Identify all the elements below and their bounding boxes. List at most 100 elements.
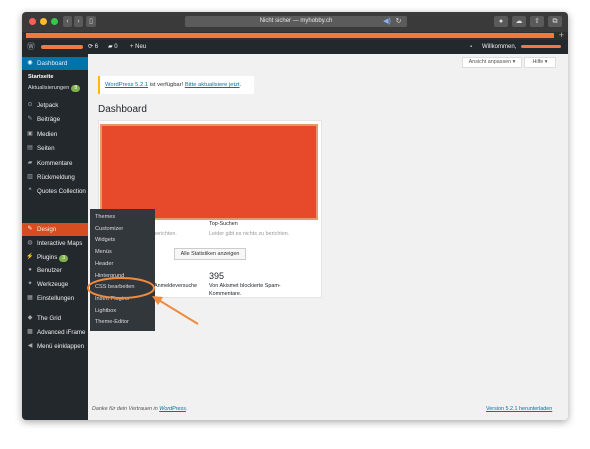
update-now-link[interactable]: Bitte aktualisiere jetzt <box>185 82 240 88</box>
media-icon: ▣ <box>27 130 33 137</box>
footer-wordpress-link[interactable]: WordPress <box>159 406 186 412</box>
feedback-icon: ▥ <box>27 174 33 180</box>
design-submenu-css-bearbeiten[interactable]: CSS bearbeiten <box>95 284 135 290</box>
design-submenu-insert-plugins[interactable]: Insert Plugins <box>95 296 129 302</box>
user-avatar[interactable]: ▪ <box>470 40 472 54</box>
sidebar-sub-start[interactable]: Startseite <box>28 74 54 80</box>
updates-badge: 8 <box>71 85 81 92</box>
footer-version-link[interactable]: Version 5.2.1 herunterladen <box>486 406 552 412</box>
sidebar-item-plugins[interactable]: ⚡ Plugins 3 <box>22 251 88 264</box>
new-tab-button[interactable]: + <box>559 31 564 40</box>
design-submenu-widgets[interactable]: Widgets <box>95 237 115 243</box>
sidebar-item-label: Kommentare <box>37 159 73 167</box>
update-version-link[interactable]: WordPress 5.2.1 <box>105 82 148 88</box>
sidebar-item-label: Design <box>37 226 57 233</box>
brush-icon: ✎ <box>27 226 33 232</box>
page-icon: ▤ <box>27 145 33 152</box>
sidebar-item-kommentare[interactable]: ▰ Kommentare <box>22 157 88 170</box>
design-submenu-themes[interactable]: Themes <box>95 214 115 220</box>
welcome-text[interactable]: Willkommen, <box>482 40 516 54</box>
iframe-icon: ▩ <box>27 329 33 335</box>
design-submenu-hintergrund[interactable]: Hintergrund <box>95 273 124 279</box>
sidebar-item-einstellungen[interactable]: ▦ Einstellungen <box>22 292 88 305</box>
sidebar-item-label: Quotes Collection <box>37 188 86 196</box>
sidebar-item-label: The Grid <box>37 315 62 322</box>
user-icon: ● <box>28 267 32 274</box>
sidebar-item-interactive-maps[interactable]: ◍ Interactive Maps <box>22 237 88 250</box>
sidebar-item-quotes-collection[interactable]: ❝ Quotes Collection <box>22 185 88 198</box>
sidebar-item-jetpack[interactable]: ⊙ Jetpack <box>22 99 88 112</box>
sidebar-item-label: Seiten <box>37 145 55 153</box>
minimize-window-button[interactable] <box>40 18 47 25</box>
sidebar-item-design[interactable]: ✎ Design <box>22 223 88 236</box>
sidebar-item-seiten[interactable]: ▤ Seiten <box>22 142 88 155</box>
login-attempts-label: Anmeldeversuche <box>154 283 198 289</box>
admin-sidebar: ◉ Dashboard Startseite Aktualisierungen 8… <box>22 54 88 420</box>
reload-icon[interactable]: ↻ <box>394 16 403 27</box>
sidebar-item-medien[interactable]: ▣ Medien <box>22 128 88 141</box>
sidebar-item-label: Jetpack <box>37 102 59 109</box>
plugins-badge: 3 <box>59 254 69 262</box>
sidebar-item-label: Rückmeldung <box>37 174 75 181</box>
sidebar-item-dashboard[interactable]: ◉ Dashboard <box>22 57 88 70</box>
help-button[interactable]: Hilfe ▾ <box>524 57 556 68</box>
spam-text-line2: Kommentare. <box>209 291 242 297</box>
sidebar-toggle-icon[interactable]: ▯ <box>86 16 96 27</box>
comment-bubble-icon: ▰ <box>108 44 113 50</box>
spam-count: 395 <box>209 271 225 281</box>
maximize-window-button[interactable] <box>51 18 58 25</box>
update-notice: WordPress 5.2.1 ist verfügbar! Bitte akt… <box>98 76 254 94</box>
sidebar-item-r-ckmeldung[interactable]: ▥ Rückmeldung <box>22 171 88 184</box>
tabs-overview-icon[interactable]: ⧉ <box>548 16 562 27</box>
all-stats-button[interactable]: Alle Statistiken anzeigen <box>174 248 246 260</box>
wp-admin-bar: Ⓦ ⟳ 6 ▰ 0 + Neu ▪ Willkommen, <box>22 40 568 54</box>
share-icon[interactable]: ⇧ <box>530 16 544 27</box>
sidebar-item-men-einklappen[interactable]: ◀ Menü einklappen <box>22 340 88 353</box>
main-content: Ansicht anpassen ▾ Hilfe ▾ WordPress 5.2… <box>88 54 568 420</box>
sidebar-item-werkzeuge[interactable]: ✦ Werkzeuge <box>22 278 88 291</box>
address-bar[interactable]: Nicht sicher — myhobby.ch <box>185 16 407 27</box>
sidebar-item-label: Interactive Maps <box>37 239 83 247</box>
audio-icon[interactable]: ◀) <box>382 16 392 27</box>
sidebar-item-label: Plugins 3 <box>37 251 69 264</box>
design-submenu-customizer[interactable]: Customizer <box>95 226 123 232</box>
footer-thanks: Danke für dein Vertrauen in WordPress. <box>92 406 188 412</box>
sidebar-item-beitr-ge[interactable]: ✎ Beiträge <box>22 113 88 126</box>
screen-options-button[interactable]: Ansicht anpassen ▾ <box>462 57 522 68</box>
sidebar-sub-updates[interactable]: Aktualisierungen 8 <box>28 85 81 92</box>
top-search-title: Top-Suchen <box>209 221 238 227</box>
forward-icon[interactable]: › <box>74 16 83 27</box>
sidebar-item-label: Menü einklappen <box>37 343 85 350</box>
comment-icon: ▰ <box>27 159 33 166</box>
design-submenu-men-s[interactable]: Menüs <box>95 249 112 255</box>
design-submenu-header[interactable]: Header <box>95 261 113 267</box>
sidebar-item-label: Einstellungen <box>37 295 75 302</box>
sidebar-item-benutzer[interactable]: ● Benutzer <box>22 264 88 277</box>
sidebar-item-label: Benutzer <box>37 267 62 275</box>
comments-counter[interactable]: ⟳ 6 <box>88 40 98 54</box>
tools-icon: ✦ <box>27 281 33 288</box>
browser-window: ‹ › ▯ Nicht sicher — myhobby.ch ◀) ↻ ● ☁… <box>22 12 568 420</box>
close-window-button[interactable] <box>29 18 36 25</box>
wordpress-logo-icon[interactable]: Ⓦ <box>27 40 35 54</box>
map-icon: ◍ <box>27 239 33 246</box>
design-submenu-lightbox[interactable]: Lightbox <box>95 308 116 314</box>
collapse-icon: ◀ <box>27 343 33 349</box>
sidebar-item-the-grid[interactable]: ◆ The Grid <box>22 312 88 325</box>
cloud-icon[interactable]: ☁ <box>512 16 526 27</box>
redacted-site-name[interactable] <box>41 45 83 49</box>
dashboard-icon: ◉ <box>27 60 33 66</box>
refresh-icon: ⟳ <box>88 44 94 50</box>
updates-counter[interactable]: ▰ 0 <box>108 40 118 54</box>
back-icon[interactable]: ‹ <box>63 16 72 27</box>
design-submenu-theme-editor[interactable]: Theme-Editor <box>95 319 129 325</box>
grid-icon: ◆ <box>27 315 33 321</box>
browser-titlebar: ‹ › ▯ Nicht sicher — myhobby.ch ◀) ↻ ● ☁… <box>22 12 568 32</box>
design-submenu: Themes Customizer Widgets Menüs Header Hinter… <box>90 209 155 331</box>
extension-icon[interactable]: ● <box>494 16 508 27</box>
sidebar-item-label: Werkzeuge <box>37 281 69 289</box>
sidebar-item-advanced-iframe[interactable]: ▩ Advanced iFrame <box>22 326 88 339</box>
redacted-tab-bar <box>26 33 554 38</box>
page-title: Dashboard <box>98 104 147 115</box>
new-content-button[interactable]: + Neu <box>130 40 146 54</box>
